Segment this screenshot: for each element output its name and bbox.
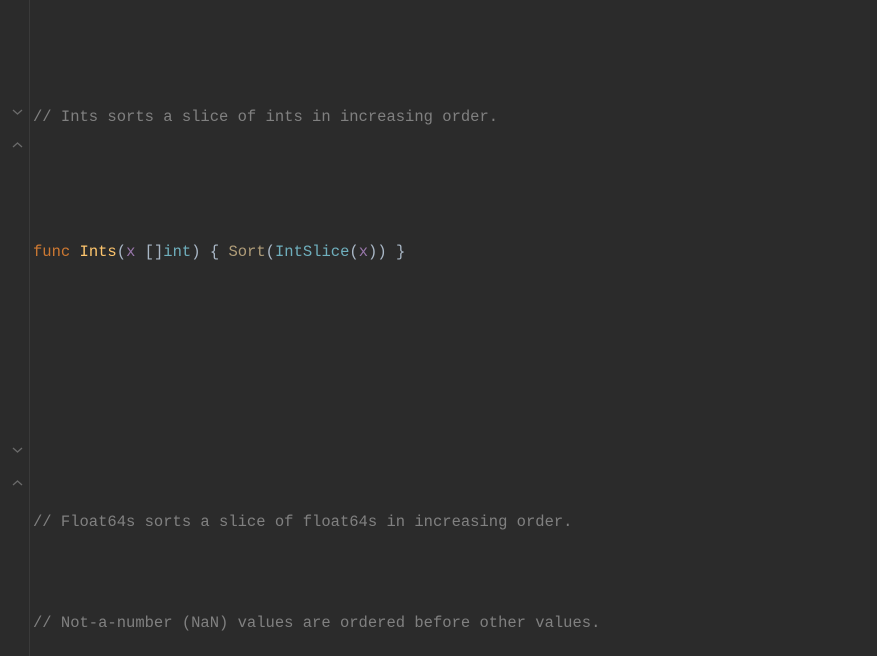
fold-marker-open-icon[interactable] (12, 444, 23, 455)
paren: ( (266, 236, 275, 270)
code-editor[interactable]: // Ints sorts a slice of ints in increas… (0, 0, 877, 656)
func-name: Ints (80, 236, 117, 270)
comment: // Float64s sorts a slice of float64s in… (33, 506, 573, 540)
fold-marker-close-icon[interactable] (12, 478, 23, 489)
paren: ) (368, 236, 377, 270)
code-line-empty[interactable] (33, 371, 877, 405)
code-line[interactable]: // Not-a-number (NaN) values are ordered… (33, 607, 877, 641)
type-call: IntSlice (275, 236, 349, 270)
code-area[interactable]: // Ints sorts a slice of ints in increas… (30, 0, 877, 656)
gutter (0, 0, 30, 656)
paren: ( (117, 236, 126, 270)
brace: } (396, 236, 405, 270)
bracket: [] (135, 236, 163, 270)
fold-marker-close-icon[interactable] (12, 140, 23, 151)
keyword-func: func (33, 236, 70, 270)
code-line[interactable]: func Ints(x []int) { Sort(IntSlice(x)) } (33, 236, 877, 270)
func-call: Sort (228, 236, 265, 270)
type: int (163, 236, 191, 270)
param: x (126, 236, 135, 270)
code-line[interactable]: // Float64s sorts a slice of float64s in… (33, 506, 877, 540)
fold-marker-open-icon[interactable] (12, 106, 23, 117)
paren: ) (191, 236, 200, 270)
comment: // Not-a-number (NaN) values are ordered… (33, 607, 600, 641)
paren: ) (377, 236, 386, 270)
var: x (359, 236, 368, 270)
brace: { (210, 236, 219, 270)
comment: // Ints sorts a slice of ints in increas… (33, 101, 498, 135)
code-line[interactable]: // Ints sorts a slice of ints in increas… (33, 101, 877, 135)
paren: ( (349, 236, 358, 270)
